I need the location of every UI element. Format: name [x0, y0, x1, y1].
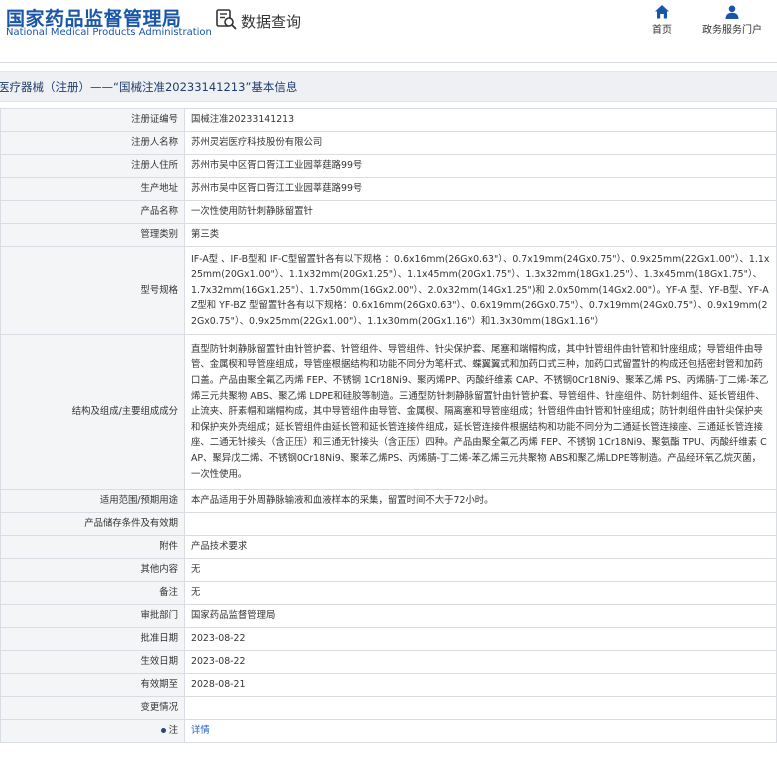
row-label: 结构及组成/主要组成成分 [0, 334, 185, 490]
row-label: 管理类别 [0, 223, 185, 247]
record-title-bar: 医疗器械（注册）——“国械注准20233141213”基本信息 [0, 71, 777, 102]
row-label: 注册证编号 [0, 108, 185, 132]
header-divider [0, 62, 777, 63]
row-label: 有效期至 [0, 673, 185, 697]
home-icon [627, 4, 697, 20]
row-value: 苏州灵岩医疗科技股份有限公司 [184, 131, 777, 155]
nav-service-portal-label: 政务服务门户 [702, 25, 762, 36]
row-label: 型号规格 [0, 246, 185, 335]
row-value [184, 696, 777, 720]
row-value: 详情 [184, 719, 777, 743]
row-label: 生效日期 [0, 650, 185, 674]
registration-info-table: 注册证编号 国械注准20233141213 注册人名称 苏州灵岩医疗科技股份有限… [0, 108, 777, 743]
row-value: 无 [184, 581, 777, 605]
row-value: 直型防针刺静脉留置针由针管护套、针管组件、导管组件、针尖保护套、尾塞和端帽构成，… [184, 334, 777, 490]
table-row: 附件 产品技术要求 [0, 535, 777, 559]
data-query-heading: 数据查询 [215, 8, 301, 34]
row-value: 本产品适用于外周静脉输液和血液样本的采集，留置时间不大于72小时。 [184, 489, 777, 513]
row-value: 无 [184, 558, 777, 582]
row-label: 附件 [0, 535, 185, 559]
row-label-note: 注 [0, 719, 185, 743]
row-label: 其他内容 [0, 558, 185, 582]
table-row: 管理类别 第三类 [0, 223, 777, 247]
row-label: 产品储存条件及有效期 [0, 512, 185, 536]
table-row: 审批部门 国家药品监督管理局 [0, 604, 777, 628]
row-value: 一次性使用防针刺静脉留置针 [184, 200, 777, 224]
site-header: 国家药品监督管理局 National Medical Products Admi… [0, 0, 777, 56]
row-label: 产品名称 [0, 200, 185, 224]
user-icon [697, 4, 767, 20]
nav-home-link[interactable]: 首页 [627, 4, 697, 36]
row-value: 2023-08-22 [184, 627, 777, 651]
table-row: 有效期至 2028-08-21 [0, 673, 777, 697]
row-value: 第三类 [184, 223, 777, 247]
table-row: 批准日期 2023-08-22 [0, 627, 777, 651]
table-row: 备注 无 [0, 581, 777, 605]
row-value: 2028-08-21 [184, 673, 777, 697]
table-row: 注册证编号 国械注准20233141213 [0, 108, 777, 132]
table-row: 适用范围/预期用途 本产品适用于外周静脉输液和血液样本的采集，留置时间不大于72… [0, 489, 777, 513]
table-row: 结构及组成/主要组成成分 直型防针刺静脉留置针由针管护套、针管组件、导管组件、针… [0, 334, 777, 490]
row-label: 生产地址 [0, 177, 185, 201]
table-row: 注册人名称 苏州灵岩医疗科技股份有限公司 [0, 131, 777, 155]
row-value: 产品技术要求 [184, 535, 777, 559]
table-row: 生产地址 苏州市吴中区胥口胥江工业园莘莛路99号 [0, 177, 777, 201]
row-label: 变更情况 [0, 696, 185, 720]
table-row: 注册人住所 苏州市吴中区胥口胥江工业园莘莛路99号 [0, 154, 777, 178]
table-row: 型号规格 IF-A型 、IF-B型和 IF-C型留置针各有以下规格 ：0.6x1… [0, 246, 777, 335]
row-label: 审批部门 [0, 604, 185, 628]
data-query-label: 数据查询 [241, 12, 302, 31]
table-row: 产品储存条件及有效期 [0, 512, 777, 536]
table-row: 其他内容 无 [0, 558, 777, 582]
note-label: 注 [168, 725, 178, 737]
table-row: 产品名称 一次性使用防针刺静脉留置针 [0, 200, 777, 224]
row-value: 国械注准20233141213 [184, 108, 777, 132]
record-title: 医疗器械（注册）——“国械注准20233141213”基本信息 [0, 80, 298, 94]
row-label: 适用范围/预期用途 [0, 489, 185, 513]
search-document-icon [215, 8, 237, 34]
row-value [184, 512, 777, 536]
table-row: 注 详情 [0, 719, 777, 743]
site-logo-subtitle[interactable]: National Medical Products Administration [6, 27, 212, 38]
table-row: 变更情况 [0, 696, 777, 720]
row-value: IF-A型 、IF-B型和 IF-C型留置针各有以下规格 ：0.6x16mm(2… [184, 246, 777, 335]
row-value: 苏州市吴中区胥口胥江工业园莘莛路99号 [184, 177, 777, 201]
row-label: 批准日期 [0, 627, 185, 651]
nav-service-portal-link[interactable]: 政务服务门户 [697, 4, 767, 36]
row-value: 2023-08-22 [184, 650, 777, 674]
nav-home-label: 首页 [652, 25, 672, 36]
bullet-icon [160, 728, 166, 734]
row-label: 注册人住所 [0, 154, 185, 178]
row-label: 注册人名称 [0, 131, 185, 155]
table-row: 生效日期 2023-08-22 [0, 650, 777, 674]
row-value: 国家药品监督管理局 [184, 604, 777, 628]
details-link[interactable]: 详情 [191, 725, 210, 736]
row-value: 苏州市吴中区胥口胥江工业园莘莛路99号 [184, 154, 777, 178]
row-label: 备注 [0, 581, 185, 605]
